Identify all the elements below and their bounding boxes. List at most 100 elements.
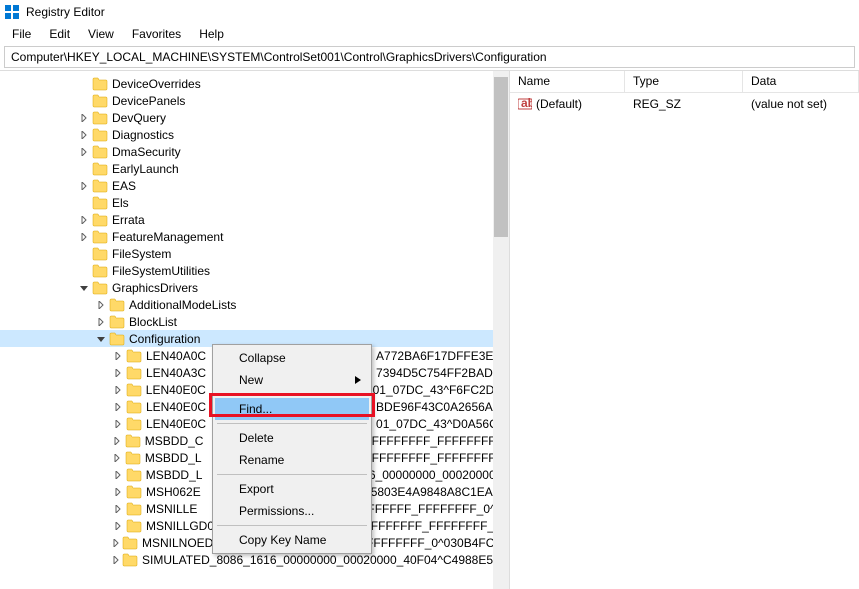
ctx-new[interactable]: New bbox=[215, 369, 369, 391]
tree-item-label: MSNILLE bbox=[146, 502, 197, 516]
tree-item-label: LEN40E0C bbox=[146, 400, 206, 414]
chevron-right-icon[interactable] bbox=[78, 146, 90, 158]
ctx-find[interactable]: Find... bbox=[215, 398, 369, 420]
ctx-delete[interactable]: Delete bbox=[215, 427, 369, 449]
menu-file[interactable]: File bbox=[4, 25, 39, 43]
tree-item-label: BlockList bbox=[129, 315, 177, 329]
chevron-right-icon[interactable] bbox=[112, 452, 123, 464]
chevron-right-icon[interactable] bbox=[112, 486, 124, 498]
app-icon bbox=[4, 4, 20, 20]
folder-icon bbox=[122, 536, 138, 550]
folder-icon bbox=[92, 213, 108, 227]
tree-item[interactable]: AdditionalModeLists bbox=[0, 296, 509, 313]
chevron-right-icon[interactable] bbox=[112, 418, 124, 430]
tree-item[interactable]: DmaSecurity bbox=[0, 143, 509, 160]
chevron-right-icon[interactable] bbox=[112, 520, 124, 532]
tree-item-label: LEN40A3C bbox=[146, 366, 206, 380]
chevron-right-icon[interactable] bbox=[95, 299, 107, 311]
chevron-right-icon[interactable] bbox=[78, 231, 90, 243]
address-bar[interactable]: Computer\HKEY_LOCAL_MACHINE\SYSTEM\Contr… bbox=[4, 46, 855, 68]
tree-item[interactable]: FeatureManagement bbox=[0, 228, 509, 245]
chevron-right-icon[interactable] bbox=[112, 503, 124, 515]
folder-icon bbox=[109, 315, 125, 329]
tree-item[interactable]: Diagnostics bbox=[0, 126, 509, 143]
folder-icon bbox=[125, 451, 141, 465]
chevron-down-icon[interactable] bbox=[95, 333, 107, 345]
chevron-right-icon[interactable] bbox=[112, 435, 123, 447]
tree-item-label: EAS bbox=[112, 179, 136, 193]
chevron-down-icon[interactable] bbox=[78, 282, 90, 294]
chevron-right-icon[interactable] bbox=[112, 367, 124, 379]
folder-icon bbox=[126, 349, 142, 363]
tree-item[interactable]: DevicePanels bbox=[0, 92, 509, 109]
chevron-right-icon[interactable] bbox=[112, 350, 124, 362]
tree-item-label: SIMULATED_8086_1616_00000000_00020000_40… bbox=[142, 553, 510, 567]
ctx-copy-key-name[interactable]: Copy Key Name bbox=[215, 529, 369, 551]
chevron-right-icon[interactable] bbox=[78, 129, 90, 141]
folder-icon bbox=[126, 383, 142, 397]
tree-item[interactable]: FileSystemUtilities bbox=[0, 262, 509, 279]
tree-item-label: Configuration bbox=[129, 332, 200, 346]
chevron-right-icon[interactable] bbox=[78, 180, 90, 192]
tree-item[interactable]: FileSystem bbox=[0, 245, 509, 262]
folder-icon bbox=[92, 264, 108, 278]
tree-item[interactable]: Els bbox=[0, 194, 509, 211]
tree-item-tail: D_FFFFFFFF_FFFFFFFF_0 bbox=[356, 451, 509, 465]
tree-item-tail: 01_07DC_43^D0A56C1 bbox=[376, 417, 504, 431]
col-name[interactable]: Name bbox=[510, 71, 625, 92]
folder-icon bbox=[109, 298, 125, 312]
ctx-rename[interactable]: Rename bbox=[215, 449, 369, 471]
chevron-right-icon[interactable] bbox=[78, 112, 90, 124]
tree-item[interactable]: GraphicsDrivers bbox=[0, 279, 509, 296]
tree-item-label: DeviceOverrides bbox=[112, 77, 201, 91]
chevron-right-icon[interactable] bbox=[112, 384, 124, 396]
tree-item-label: Els bbox=[112, 196, 129, 210]
tree-item-tail: FFFFFF_FFFFFFFF_0^1 bbox=[367, 502, 502, 516]
menu-help[interactable]: Help bbox=[191, 25, 232, 43]
context-menu: CollapseNew Find... DeleteRename ExportPerm… bbox=[212, 344, 372, 554]
value-data: (value not set) bbox=[743, 97, 859, 111]
menu-bar: File Edit View Favorites Help bbox=[0, 24, 859, 44]
value-row[interactable]: ab (Default) REG_SZ (value not set) bbox=[510, 95, 859, 113]
folder-icon bbox=[126, 485, 142, 499]
tree-pane: DeviceOverridesDevicePanelsDevQueryDiagn… bbox=[0, 71, 510, 589]
chevron-right-icon[interactable] bbox=[112, 537, 120, 549]
tree-item[interactable]: Errata bbox=[0, 211, 509, 228]
menu-edit[interactable]: Edit bbox=[41, 25, 78, 43]
tree-item[interactable]: BlockList bbox=[0, 313, 509, 330]
tree-item-label: AdditionalModeLists bbox=[129, 298, 236, 312]
folder-icon bbox=[126, 400, 142, 414]
folder-icon bbox=[92, 145, 108, 159]
tree-item-label: FileSystem bbox=[112, 247, 171, 261]
ctx-permissions[interactable]: Permissions... bbox=[215, 500, 369, 522]
chevron-right-icon[interactable] bbox=[112, 469, 124, 481]
scroll-thumb[interactable] bbox=[494, 77, 508, 237]
folder-icon bbox=[92, 77, 108, 91]
tree-item-label: FeatureManagement bbox=[112, 230, 223, 244]
menu-favorites[interactable]: Favorites bbox=[124, 25, 189, 43]
twisty-blank bbox=[78, 248, 90, 260]
tree-item-label: MSBDD_L bbox=[146, 468, 203, 482]
menu-view[interactable]: View bbox=[80, 25, 122, 43]
tree-item-label: FileSystemUtilities bbox=[112, 264, 210, 278]
main-area: DeviceOverridesDevicePanelsDevQueryDiagn… bbox=[0, 70, 859, 589]
tree-item[interactable]: EarlyLaunch bbox=[0, 160, 509, 177]
col-data[interactable]: Data bbox=[743, 71, 859, 92]
chevron-right-icon[interactable] bbox=[78, 214, 90, 226]
twisty-blank bbox=[78, 95, 90, 107]
chevron-right-icon[interactable] bbox=[95, 316, 107, 328]
col-type[interactable]: Type bbox=[625, 71, 743, 92]
tree-item-label: MSH062E bbox=[146, 485, 201, 499]
folder-icon bbox=[92, 179, 108, 193]
tree-item[interactable]: DevQuery bbox=[0, 109, 509, 126]
chevron-right-icon[interactable] bbox=[112, 554, 120, 566]
tree-item-label: LEN40E0C bbox=[146, 383, 206, 397]
tree-item[interactable]: DeviceOverrides bbox=[0, 75, 509, 92]
ctx-export[interactable]: Export bbox=[215, 478, 369, 500]
ctx-collapse[interactable]: Collapse bbox=[215, 347, 369, 369]
chevron-right-icon[interactable] bbox=[112, 401, 124, 413]
tree-item-tail: 7394D5C754FF2BADE bbox=[376, 366, 501, 380]
values-list[interactable]: ab (Default) REG_SZ (value not set) bbox=[510, 93, 859, 115]
tree-scrollbar[interactable] bbox=[493, 71, 509, 589]
tree-item[interactable]: EAS bbox=[0, 177, 509, 194]
